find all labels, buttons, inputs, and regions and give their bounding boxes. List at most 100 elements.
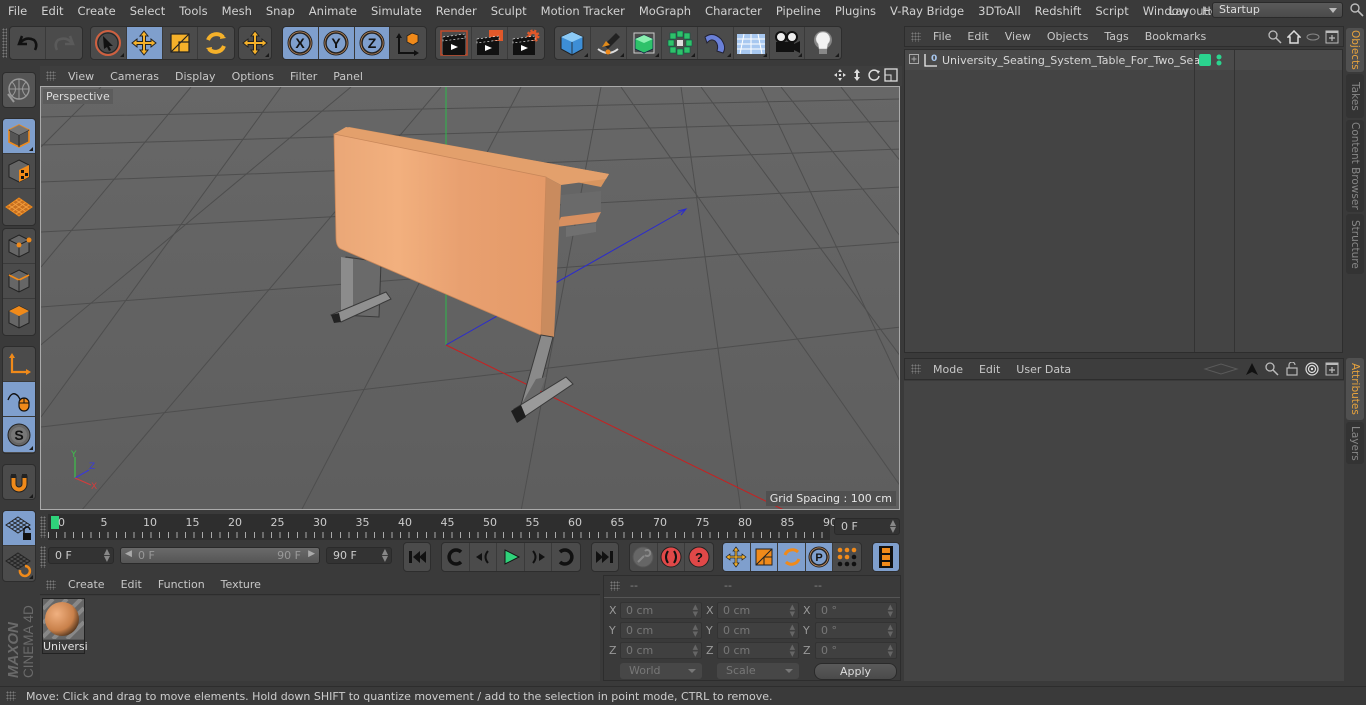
visibility-dots-icon[interactable] bbox=[1215, 53, 1223, 67]
move-tool-button[interactable] bbox=[126, 27, 163, 59]
attribute-menu-edit[interactable]: Edit bbox=[971, 363, 1008, 376]
object-menu-edit[interactable]: Edit bbox=[959, 30, 996, 43]
menu-redshift[interactable]: Redshift bbox=[1028, 4, 1089, 18]
object-menu-tags[interactable]: Tags bbox=[1096, 30, 1136, 43]
tab-content-browser[interactable]: Content Browser bbox=[1346, 120, 1364, 212]
new-panel-icon[interactable] bbox=[1325, 362, 1339, 376]
z-axis-button[interactable]: Z bbox=[354, 27, 391, 59]
panel-grip[interactable] bbox=[911, 364, 921, 374]
object-menu-view[interactable]: View bbox=[997, 30, 1039, 43]
status-grip[interactable] bbox=[6, 691, 16, 701]
next-frame-button[interactable] bbox=[525, 543, 553, 571]
apply-button[interactable]: Apply bbox=[814, 663, 897, 680]
material-item[interactable]: Universi bbox=[42, 598, 88, 654]
panel-grip[interactable] bbox=[911, 31, 921, 42]
live-selection-button[interactable] bbox=[91, 27, 127, 59]
menu-edit[interactable]: Edit bbox=[34, 4, 70, 18]
viewport-menu-cameras[interactable]: Cameras bbox=[102, 70, 167, 83]
history-arrows-icon[interactable] bbox=[1203, 362, 1239, 376]
make-editable-button[interactable] bbox=[3, 73, 35, 107]
spinner-icon[interactable]: ▲ ▼ bbox=[790, 604, 795, 618]
tab-structure[interactable]: Structure bbox=[1346, 214, 1364, 274]
cube-button[interactable] bbox=[555, 27, 591, 59]
range-right-arrow-icon[interactable]: ▶ bbox=[308, 549, 315, 559]
key-parameter-button[interactable]: P bbox=[805, 543, 834, 571]
last-tool-button[interactable] bbox=[239, 27, 271, 59]
attribute-menu-mode[interactable]: Mode bbox=[925, 363, 971, 376]
material-menu-texture[interactable]: Texture bbox=[213, 578, 269, 591]
size-z-field[interactable]: 0 cm ▲ ▼ bbox=[717, 642, 799, 659]
x-axis-button[interactable]: X bbox=[283, 27, 319, 59]
menu-script[interactable]: Script bbox=[1088, 4, 1135, 18]
frame-range-slider[interactable]: ◀ 0 F 90 F ▶ bbox=[120, 547, 320, 564]
go-to-start-button[interactable] bbox=[404, 543, 430, 571]
next-key-button[interactable] bbox=[552, 543, 580, 571]
keyframe-selection-button[interactable]: ? bbox=[685, 543, 713, 571]
search-icon[interactable] bbox=[1265, 362, 1279, 376]
spinner-icon[interactable]: ▲ ▼ bbox=[693, 624, 698, 638]
size-y-field[interactable]: 0 cm ▲ ▼ bbox=[717, 622, 799, 639]
menu-mograph[interactable]: MoGraph bbox=[632, 4, 698, 18]
key-point-level-button[interactable] bbox=[833, 543, 861, 571]
menu-character[interactable]: Character bbox=[698, 4, 769, 18]
menu-plugins[interactable]: Plugins bbox=[828, 4, 883, 18]
timeline-grip[interactable] bbox=[40, 516, 46, 538]
viewport-menu-display[interactable]: Display bbox=[167, 70, 224, 83]
menu-select[interactable]: Select bbox=[123, 4, 172, 18]
spinner-icon[interactable]: ▲ ▼ bbox=[790, 644, 795, 658]
menu-motion-tracker[interactable]: Motion Tracker bbox=[534, 4, 632, 18]
object-menu-file[interactable]: File bbox=[925, 30, 959, 43]
playback-grip[interactable] bbox=[40, 546, 46, 568]
spinner-icon[interactable]: ▲ ▼ bbox=[693, 644, 698, 658]
lock-workplane-button[interactable] bbox=[3, 511, 35, 546]
size-x-field[interactable]: 0 cm ▲ ▼ bbox=[717, 602, 799, 619]
previous-key-button[interactable] bbox=[442, 543, 470, 571]
menu-animate[interactable]: Animate bbox=[302, 4, 364, 18]
render-picture-viewer-button[interactable] bbox=[472, 27, 508, 59]
attribute-menu-user-data[interactable]: User Data bbox=[1008, 363, 1079, 376]
panel-grip[interactable] bbox=[46, 579, 56, 590]
spinner-icon[interactable]: ▲ ▼ bbox=[890, 519, 896, 534]
target-icon[interactable] bbox=[1305, 362, 1319, 376]
expand-icon[interactable] bbox=[909, 54, 921, 66]
floor-button[interactable] bbox=[734, 27, 770, 59]
axis-mode-button[interactable] bbox=[3, 347, 35, 382]
menu-vray-bridge[interactable]: V-Ray Bridge bbox=[883, 4, 971, 18]
camera-label[interactable]: Perspective bbox=[43, 89, 113, 104]
render-settings-button[interactable] bbox=[508, 27, 544, 59]
object-name[interactable]: University_Seating_System_Table_For_Two_… bbox=[942, 54, 1210, 67]
current-frame-field[interactable]: 0 F ▲ ▼ bbox=[834, 518, 900, 535]
rotate-view-icon[interactable] bbox=[867, 68, 881, 82]
material-menu-function[interactable]: Function bbox=[150, 578, 213, 591]
redo-button[interactable] bbox=[46, 27, 82, 59]
zoom-view-icon[interactable] bbox=[850, 68, 864, 82]
end-frame-field[interactable]: 90 F ▲ ▼ bbox=[326, 547, 392, 564]
menu-sculpt[interactable]: Sculpt bbox=[484, 4, 534, 18]
rotation-z-field[interactable]: 0 ° ▲ ▼ bbox=[815, 642, 897, 659]
go-to-end-button[interactable] bbox=[592, 543, 618, 571]
spinner-icon[interactable]: ▲ ▼ bbox=[104, 548, 110, 563]
y-axis-button[interactable]: Y bbox=[318, 27, 355, 59]
scale-tool-button[interactable] bbox=[163, 27, 199, 59]
camera-button[interactable] bbox=[770, 27, 806, 59]
panel-grip[interactable] bbox=[610, 581, 620, 591]
polygons-mode-button[interactable] bbox=[3, 299, 35, 334]
tab-takes[interactable]: Takes bbox=[1346, 74, 1364, 118]
model-mode-button[interactable] bbox=[3, 119, 35, 154]
undo-button[interactable] bbox=[10, 27, 46, 59]
workplane-button[interactable] bbox=[3, 189, 35, 224]
coordinate-space-dropdown[interactable]: World bbox=[620, 663, 702, 679]
timeline-window-button[interactable] bbox=[873, 543, 899, 571]
key-rotation-button[interactable] bbox=[778, 543, 806, 571]
render-view-button[interactable] bbox=[436, 27, 472, 59]
panel-grip[interactable] bbox=[46, 71, 56, 81]
spinner-icon[interactable]: ▲ ▼ bbox=[693, 604, 698, 618]
menu-create[interactable]: Create bbox=[71, 4, 123, 18]
viewport-3d[interactable]: Y Z X Perspective Grid Spacing : 100 cm bbox=[40, 86, 900, 510]
tweak-mode-button[interactable] bbox=[3, 382, 35, 417]
search-icon[interactable] bbox=[1350, 3, 1364, 17]
viewport-menu-options[interactable]: Options bbox=[224, 70, 282, 83]
toolbar-grip[interactable] bbox=[2, 28, 7, 58]
key-position-button[interactable] bbox=[723, 543, 751, 571]
autokeying-button[interactable] bbox=[658, 543, 686, 571]
